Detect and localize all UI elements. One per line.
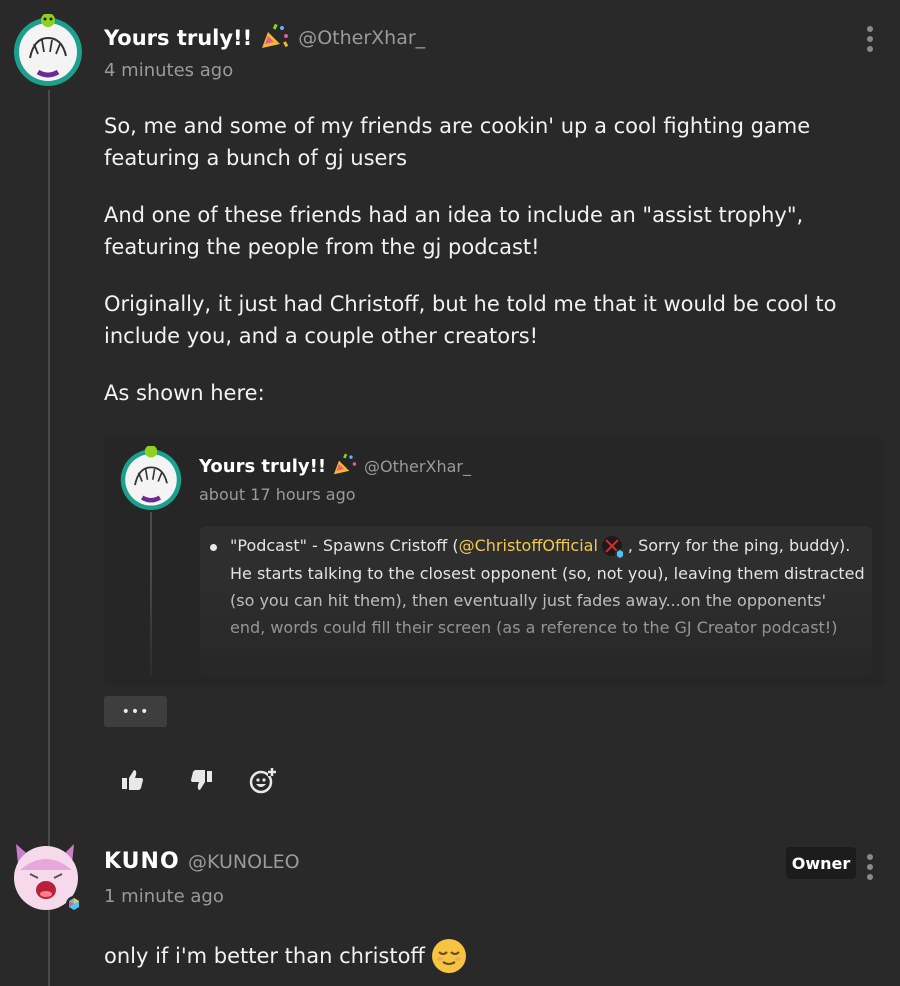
kuno-logo-name[interactable]: KUNO (104, 848, 180, 876)
thread-line (150, 512, 152, 676)
avatar[interactable] (10, 840, 82, 912)
mention-link[interactable]: @ChristoffOfficial (459, 536, 598, 555)
thumbs-down-icon[interactable] (188, 766, 216, 794)
embed-content: "Podcast" - Spawns Cristoff (@ChristoffO… (200, 526, 872, 676)
add-reaction-icon[interactable] (248, 766, 276, 794)
timestamp[interactable]: 4 minutes ago (104, 60, 233, 81)
kuno-logo-text: KUNO (104, 849, 180, 872)
party-popper-icon (332, 452, 358, 480)
party-popper-icon (260, 22, 290, 54)
comment-paragraph: only if i'm better than christoff (104, 944, 425, 968)
comment-text: only if i'm better than christoff (104, 938, 844, 974)
avatar-image (14, 13, 82, 86)
embed-avatar[interactable] (119, 445, 183, 510)
comment-paragraph: Originally, it just had Christoff, but h… (104, 292, 837, 348)
embed-author-name[interactable]: Yours truly!! (199, 456, 326, 477)
comment-paragraph: As shown here: (104, 381, 265, 405)
show-more-button[interactable]: ••• (104, 696, 167, 727)
embed-text-before: "Podcast" - Spawns Cristoff ( (230, 536, 459, 555)
bullet (210, 544, 217, 551)
owner-badge: Owner (786, 847, 856, 879)
embed-author-handle[interactable]: @OtherXhar_ (364, 457, 471, 476)
avatar[interactable] (12, 13, 84, 86)
comment-paragraph: And one of these friends had an idea to … (104, 203, 804, 259)
comment-paragraph: So, me and some of my friends are cookin… (104, 114, 811, 170)
embed-timestamp[interactable]: about 17 hours ago (199, 485, 356, 504)
avatar-image (120, 445, 182, 510)
embed-text: "Podcast" - Spawns Cristoff (@ChristoffO… (230, 532, 866, 641)
more-options-icon[interactable] (866, 854, 874, 880)
author-name[interactable]: Yours truly!! (104, 26, 252, 50)
relieved-face-emoji-icon (431, 938, 467, 974)
more-options-icon[interactable] (866, 26, 874, 52)
avatar-image (14, 844, 82, 912)
author-handle[interactable]: @OtherXhar_ (298, 27, 425, 49)
author-handle[interactable]: @KUNOLEO (188, 851, 300, 873)
thumbs-up-icon[interactable] (118, 766, 146, 794)
timestamp[interactable]: 1 minute ago (104, 886, 224, 907)
embedded-comment[interactable]: Yours truly!! @OtherXhar_ about 17 hours… (104, 436, 884, 686)
mention-avatar (600, 534, 626, 560)
